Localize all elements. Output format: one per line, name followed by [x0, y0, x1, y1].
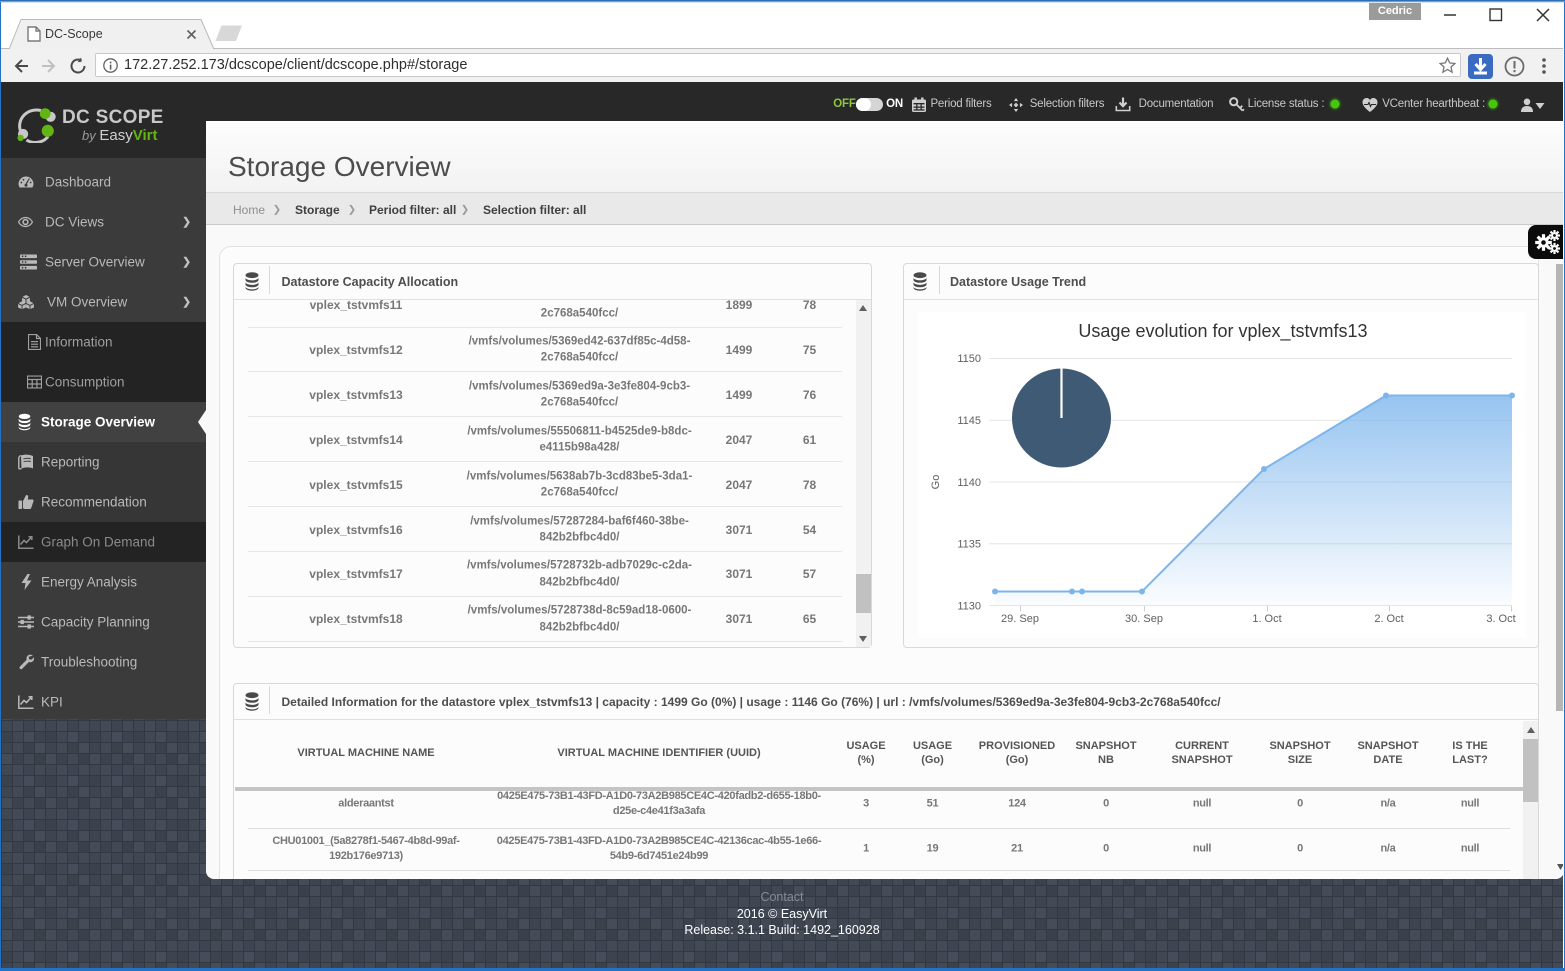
svg-text:1130: 1130 [957, 601, 981, 613]
svg-text:30. Sep: 30. Sep [1125, 613, 1163, 625]
svg-text:1150: 1150 [957, 353, 981, 365]
svg-text:1145: 1145 [957, 415, 981, 427]
svg-text:Go: Go [930, 475, 942, 490]
svg-text:29. Sep: 29. Sep [1001, 613, 1039, 625]
svg-text:1140: 1140 [957, 477, 981, 489]
svg-text:Usage evolution for vplex_tstv: Usage evolution for vplex_tstvmfs13 [1078, 321, 1367, 342]
svg-text:1. Oct: 1. Oct [1252, 613, 1281, 625]
svg-text:1135: 1135 [957, 539, 981, 551]
svg-text:2. Oct: 2. Oct [1374, 613, 1403, 625]
svg-text:3. Oct: 3. Oct [1486, 613, 1515, 625]
